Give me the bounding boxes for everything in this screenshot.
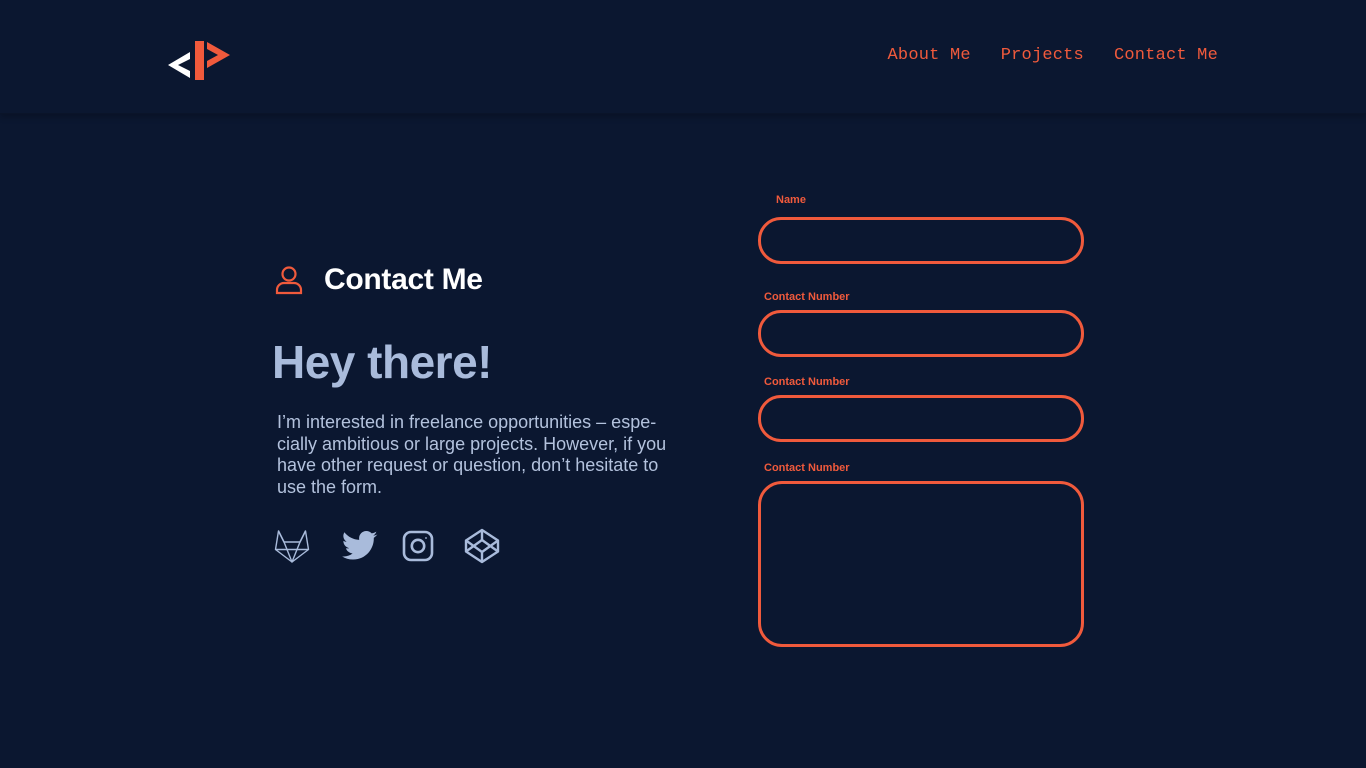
nav-contact-me[interactable]: Contact Me [1114,46,1218,65]
code-bracket-logo-icon[interactable] [168,38,232,82]
contact-form: Name Contact Number Contact Number Conta… [758,194,1084,647]
section-heading: Contact Me [272,258,682,302]
field-label-contact-number: Contact Number [764,291,850,303]
user-icon [274,265,304,295]
intro-line: use the form. [277,476,383,497]
section-title: Contact Me [324,263,483,296]
twitter-icon[interactable] [342,531,378,561]
gitlab-icon[interactable] [274,529,310,563]
contact-number-input[interactable] [758,310,1084,357]
field-label-name: Name [776,194,806,206]
intro-line: cially ambitious or large projects. Howe… [277,433,667,454]
nav-projects[interactable]: Projects [1001,46,1084,65]
nav-about-me[interactable]: About Me [888,46,971,65]
instagram-icon[interactable] [402,530,434,562]
intro-line: I’m interested in freelance opportunitie… [277,412,657,432]
main-nav: About Me Projects Contact Me [888,46,1218,65]
site-header: About Me Projects Contact Me [0,0,1366,114]
message-textarea[interactable] [758,481,1084,647]
contact-intro-panel: Contact Me Hey there! I’m interested in … [272,258,682,564]
codepen-icon[interactable] [464,528,500,564]
intro-paragraph: I’m interested in freelance opportunitie… [277,412,677,498]
field-label-contact-number: Contact Number [764,376,850,388]
name-input[interactable] [758,217,1084,264]
social-links [272,528,682,564]
greeting-heading: Hey there! [272,336,492,388]
contact-number-input-2[interactable] [758,395,1084,442]
intro-line: have other request or question, don’t he… [277,455,659,475]
field-label-contact-number: Contact Number [764,462,850,474]
